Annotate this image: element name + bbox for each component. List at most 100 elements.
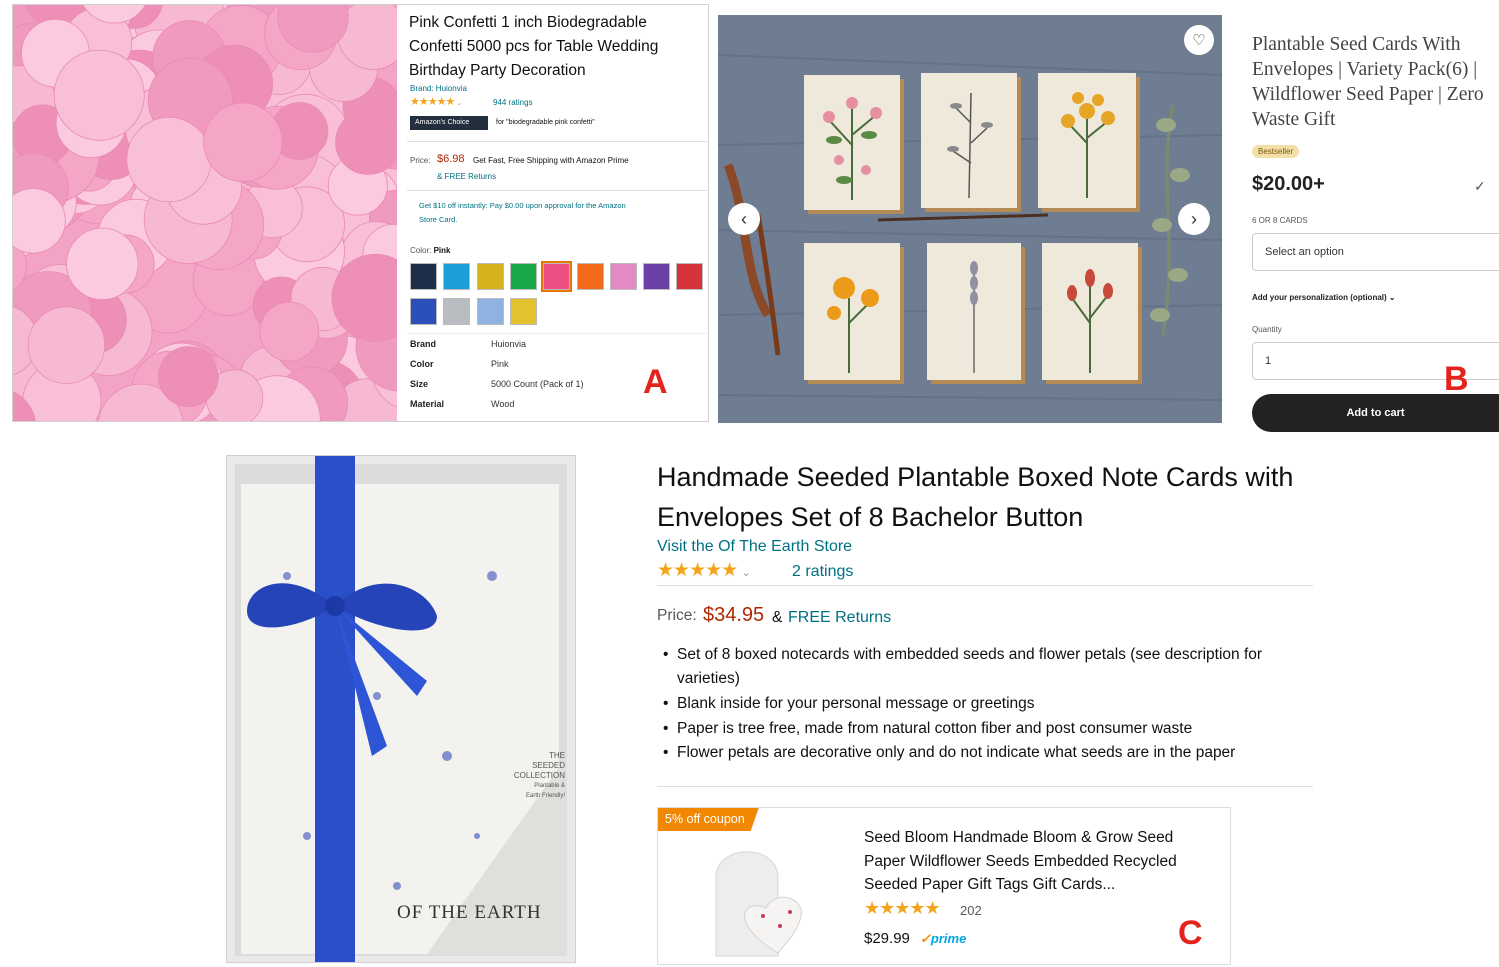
color-swatch[interactable] bbox=[541, 261, 573, 292]
prime-label: prime bbox=[930, 931, 967, 946]
color-swatch[interactable] bbox=[676, 263, 704, 290]
seed-paper-tags-image bbox=[715, 851, 802, 957]
color-swatch[interactable] bbox=[509, 263, 537, 290]
box-label-line: Plantable & bbox=[534, 783, 565, 789]
title-line: Seeded Paper Gift Tags Gift Cards... bbox=[864, 876, 1116, 893]
box-brand-text: OF THE EARTH bbox=[397, 902, 542, 923]
color-swatch[interactable] bbox=[609, 263, 637, 290]
color-swatch[interactable] bbox=[443, 263, 471, 290]
seed-card-6 bbox=[1042, 243, 1138, 380]
confetti-dot bbox=[335, 109, 397, 175]
bullet-line: varieties) bbox=[677, 670, 740, 687]
sponsored-price: $29.99 bbox=[864, 930, 910, 947]
select-placeholder: Select an option bbox=[1265, 246, 1344, 258]
visit-store-link[interactable]: Visit the Of The Earth Store bbox=[657, 538, 852, 556]
spec-key: Color bbox=[410, 359, 434, 369]
color-swatch[interactable] bbox=[410, 263, 437, 290]
divider bbox=[407, 333, 707, 334]
color-swatch[interactable] bbox=[509, 298, 537, 325]
title-line: Confetti 5000 pcs for Table Wedding bbox=[409, 38, 659, 55]
feature-bullets: Set of 8 boxed notecards with embedded s… bbox=[655, 643, 1315, 773]
flower-drawing bbox=[947, 92, 993, 199]
personalization-toggle[interactable]: Add your personalization (optional) ⌄ bbox=[1252, 293, 1396, 302]
box-label-line: Earth Friendly! bbox=[525, 793, 565, 799]
color-swatch[interactable] bbox=[443, 298, 471, 325]
color-swatch[interactable] bbox=[476, 298, 504, 325]
product-title-b[interactable]: Plantable Seed Cards With Envelopes | Va… bbox=[1252, 32, 1499, 132]
star-rating-c[interactable]: ★★★★★ ⌄ bbox=[657, 559, 751, 582]
chevron-right-icon[interactable]: › bbox=[1178, 203, 1210, 235]
bestseller-badge: Bestseller bbox=[1252, 145, 1300, 158]
checkmark-icon: ✓ bbox=[1474, 178, 1486, 194]
color-label-text: Color: bbox=[410, 246, 432, 255]
promo-line: Get $10 off instantly: Pay $0.00 upon ap… bbox=[419, 201, 626, 210]
badge-label: Amazon's Choice bbox=[415, 119, 470, 126]
flower-drawing bbox=[970, 261, 978, 373]
product-title-a[interactable]: Pink Confetti 1 inch Biodegradable Confe… bbox=[409, 11, 705, 83]
confetti-dot bbox=[27, 306, 106, 384]
spec-key: Material bbox=[410, 399, 445, 409]
divider bbox=[657, 786, 1313, 787]
color-label: Color: Pink bbox=[410, 246, 450, 255]
box-label-line: SEEDED bbox=[532, 761, 565, 770]
feature-bullet: Blank inside for your personal message o… bbox=[663, 692, 1035, 716]
amazons-choice-badge: Amazon's Choice bbox=[410, 116, 488, 130]
seed-cards-product-image[interactable]: ♡ ‹ › bbox=[718, 15, 1222, 423]
color-swatch[interactable] bbox=[576, 263, 604, 290]
boxed-note-cards-image[interactable]: THE SEEDED COLLECTION Plantable & Earth … bbox=[226, 455, 576, 963]
rating-count-link[interactable]: 944 ratings bbox=[493, 98, 533, 107]
seed-card-1 bbox=[804, 75, 900, 210]
panel-letter-c: C bbox=[1178, 914, 1203, 952]
color-swatch[interactable] bbox=[476, 263, 504, 290]
divider bbox=[657, 585, 1313, 586]
free-returns-link[interactable]: FREE Returns bbox=[788, 609, 891, 627]
title-line: Paper Wildflower Seeds Embedded Recycled bbox=[864, 852, 1177, 870]
bullet-line: Flower petals are decorative only and do… bbox=[677, 744, 1236, 761]
product-title-c[interactable]: Handmade Seeded Plantable Boxed Note Car… bbox=[657, 457, 1317, 537]
color-swatch[interactable] bbox=[643, 263, 671, 290]
quantity-value: 1 bbox=[1265, 355, 1272, 367]
chevron-left-icon[interactable]: ‹ bbox=[728, 203, 760, 235]
sponsored-stars[interactable]: ★★★★★ bbox=[864, 898, 941, 919]
favorite-heart-icon[interactable]: ♡ bbox=[1184, 25, 1214, 55]
confetti-product-image[interactable] bbox=[13, 5, 397, 421]
price-label-c: Price: bbox=[657, 607, 697, 624]
spec-value: Huionvia bbox=[491, 339, 527, 349]
ratings-link[interactable]: 2 ratings bbox=[792, 563, 853, 581]
chevron-down-icon: ⌄ bbox=[1388, 293, 1396, 302]
title-line: Handmade Seeded Plantable Boxed Note Car… bbox=[657, 462, 1294, 492]
title-line: Envelopes Set of 8 Bachelor Button bbox=[657, 502, 1084, 532]
shipping-text[interactable]: Get Fast, Free Shipping with Amazon Prim… bbox=[473, 156, 703, 165]
color-swatch[interactable] bbox=[410, 298, 437, 325]
flower-drawing bbox=[1061, 92, 1115, 198]
sponsored-title[interactable]: Seed Bloom Handmade Bloom & Grow Seed Pa… bbox=[864, 826, 1224, 897]
color-value: Pink bbox=[433, 246, 451, 255]
flower-drawing bbox=[823, 97, 882, 200]
card-count-select[interactable]: Select an option bbox=[1252, 233, 1499, 271]
price-value-c: $34.95 bbox=[703, 604, 765, 626]
spec-value: Pink bbox=[491, 359, 509, 369]
spec-key: Brand bbox=[410, 339, 437, 349]
flower-drawing bbox=[827, 277, 879, 373]
seed-card-3 bbox=[1038, 73, 1136, 208]
confetti-dot bbox=[53, 49, 145, 141]
sponsored-product-card[interactable]: 5% off coupon Seed Bloom Handmade Bloom … bbox=[657, 807, 1231, 965]
panel-letter-b: B bbox=[1444, 360, 1469, 398]
choice-for-text: for "biodegradable pink confetti" bbox=[496, 119, 595, 126]
add-to-cart-button[interactable]: Add to cart bbox=[1252, 394, 1499, 432]
returns-link[interactable]: & FREE Returns bbox=[437, 172, 496, 181]
bullet-line: Blank inside for your personal message o… bbox=[677, 695, 1035, 712]
divider bbox=[407, 141, 707, 142]
cards-option-label: 6 OR 8 CARDS bbox=[1252, 216, 1308, 225]
title-line: Seed Bloom Handmade Bloom & Grow Seed bbox=[864, 829, 1174, 846]
panel-letter-a: A bbox=[643, 363, 668, 401]
seed-card-5 bbox=[927, 243, 1021, 380]
bullet-line: Set of 8 boxed notecards with embedded s… bbox=[677, 646, 1263, 663]
star-rating[interactable]: ★★★★★ ⌄ bbox=[410, 95, 462, 108]
box-label-line: COLLECTION bbox=[513, 771, 565, 780]
prime-logo: ✓prime bbox=[920, 931, 966, 947]
store-card-promo[interactable]: Get $10 off instantly: Pay $0.00 upon ap… bbox=[419, 201, 704, 224]
box-label-line: THE bbox=[549, 751, 565, 760]
product-info-c: Handmade Seeded Plantable Boxed Note Car… bbox=[655, 455, 1315, 967]
brand-link[interactable]: Brand: Huionvia bbox=[410, 84, 467, 93]
